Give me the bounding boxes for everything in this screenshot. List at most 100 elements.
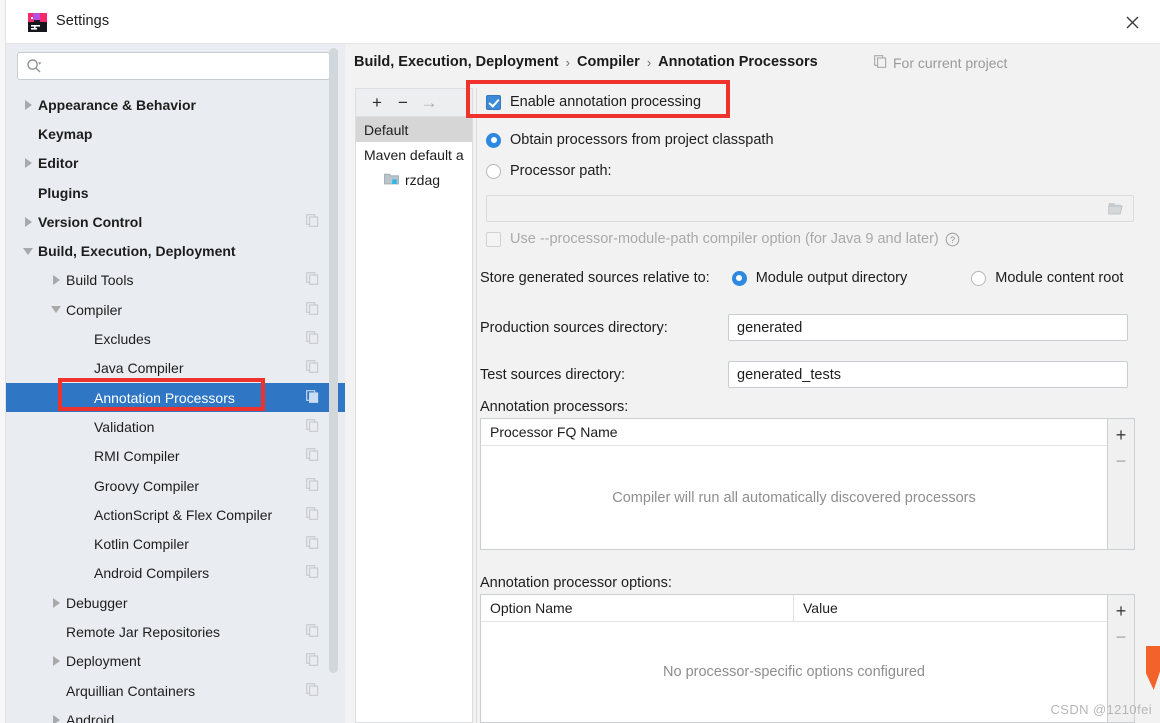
processor-path-radio[interactable]	[486, 163, 501, 179]
obtain-processors-radio[interactable]	[486, 132, 501, 148]
search-field-wrapper	[17, 52, 330, 80]
chevron-right-icon[interactable]	[20, 216, 36, 227]
sidebar-item-plugins[interactable]: Plugins	[6, 178, 345, 207]
profile-item-module-rzdag[interactable]: rzdag	[356, 167, 472, 192]
sidebar-item-excludes[interactable]: Excludes	[6, 324, 345, 353]
breadcrumb-item-0[interactable]: Build, Execution, Deployment	[354, 54, 559, 70]
table-header-row: Option Name Value	[481, 594, 1107, 622]
annotation-processors-section-label: Annotation processors:	[480, 399, 629, 415]
sidebar-item-compiler[interactable]: Compiler	[6, 295, 345, 324]
annotation-processors-table[interactable]: Processor FQ Name Compiler will run all …	[480, 418, 1108, 550]
module-content-root-radio[interactable]	[971, 270, 987, 286]
column-header-value[interactable]: Value	[794, 600, 838, 616]
sidebar-scrollbar[interactable]	[329, 48, 338, 673]
help-circle-icon[interactable]: ?	[945, 232, 960, 247]
empty-state-text: Compiler will run all automatically disc…	[612, 489, 976, 506]
title-bar: Settings	[6, 0, 1160, 44]
chevron-right-icon[interactable]	[48, 714, 64, 723]
sidebar-item-arquillian-containers[interactable]: Arquillian Containers	[6, 676, 345, 705]
column-header-option-name[interactable]: Option Name	[481, 600, 793, 616]
annotation-processor-options-section-label: Annotation processor options:	[480, 575, 672, 591]
enable-annotation-processing-row[interactable]: Enable annotation processing	[486, 94, 701, 110]
obtain-processors-row[interactable]: Obtain processors from project classpath	[486, 132, 774, 148]
production-sources-row: Production sources directory:	[480, 314, 1128, 341]
breadcrumb-item-1[interactable]: Compiler	[577, 54, 640, 70]
copy-icon	[306, 624, 319, 640]
remove-profile-button[interactable]: −	[391, 92, 415, 114]
production-sources-label: Production sources directory:	[480, 319, 668, 336]
test-sources-input[interactable]	[728, 361, 1128, 388]
sidebar-item-android-compilers[interactable]: Android Compilers	[6, 559, 345, 588]
store-relative-label: Store generated sources relative to:	[480, 270, 710, 286]
module-folder-icon	[384, 172, 399, 188]
copy-icon	[306, 272, 319, 288]
settings-tree[interactable]: Appearance & Behavior Keymap Editor Plugins…	[6, 90, 345, 723]
sidebar-item-java-compiler[interactable]: Java Compiler	[6, 354, 345, 383]
sidebar-item-appearance-behavior[interactable]: Appearance & Behavior	[6, 90, 345, 119]
sidebar-item-keymap[interactable]: Keymap	[6, 119, 345, 148]
processor-path-input[interactable]	[486, 195, 1134, 222]
folder-browse-icon[interactable]	[1108, 201, 1125, 219]
profiles-list[interactable]: Default Maven default a rzdag	[355, 116, 473, 723]
chevron-right-icon[interactable]	[48, 597, 64, 608]
sidebar-item-label: Appearance & Behavior	[38, 96, 196, 113]
chevron-right-icon[interactable]	[20, 158, 36, 169]
close-button[interactable]	[1104, 1, 1160, 43]
production-sources-input[interactable]	[728, 314, 1128, 341]
breadcrumb: Build, Execution, Deployment › Compiler …	[354, 54, 818, 70]
sidebar-item-rmi-compiler[interactable]: RMI Compiler	[6, 442, 345, 471]
sidebar-item-actionscript-flex-compiler[interactable]: ActionScript & Flex Compiler	[6, 500, 345, 529]
sidebar-item-debugger[interactable]: Debugger	[6, 588, 345, 617]
sidebar-item-android[interactable]: Android	[6, 705, 345, 723]
sidebar-item-editor[interactable]: Editor	[6, 149, 345, 178]
sidebar-item-label: Keymap	[38, 125, 93, 142]
remove-option-button[interactable]: −	[1108, 624, 1134, 650]
add-option-button[interactable]: +	[1108, 598, 1134, 624]
sidebar-item-label: Android Compilers	[94, 565, 210, 582]
copy-icon	[306, 360, 319, 376]
chevron-down-icon[interactable]	[48, 306, 64, 314]
sidebar-item-build-tools[interactable]: Build Tools	[6, 266, 345, 295]
column-header-processor-fq-name[interactable]: Processor FQ Name	[481, 424, 618, 440]
sidebar-item-label: RMI Compiler	[94, 448, 180, 465]
sidebar-item-annotation-processors[interactable]: Annotation Processors	[6, 382, 345, 413]
annotation-processor-options-table[interactable]: Option Name Value No processor-specific …	[480, 594, 1108, 723]
sidebar-item-validation[interactable]: Validation	[6, 412, 345, 441]
copy-icon	[306, 331, 319, 347]
module-output-directory-label: Module output directory	[755, 270, 908, 286]
add-profile-button[interactable]: +	[365, 92, 389, 114]
processor-module-path-row[interactable]: Use --processor-module-path compiler opt…	[486, 231, 960, 247]
chevron-right-icon[interactable]	[20, 99, 36, 110]
sidebar-item-kotlin-compiler[interactable]: Kotlin Compiler	[6, 529, 345, 558]
copy-icon	[306, 301, 319, 318]
module-content-root-label: Module content root	[995, 270, 1124, 286]
enable-annotation-processing-checkbox[interactable]	[486, 94, 501, 110]
copy-icon	[306, 536, 319, 552]
profile-item-default[interactable]: Default	[356, 117, 472, 142]
sidebar-item-version-control[interactable]: Version Control	[6, 207, 345, 236]
sidebar-item-deployment[interactable]: Deployment	[6, 647, 345, 676]
intellij-logo-icon	[28, 13, 47, 32]
sidebar-item-groovy-compiler[interactable]: Groovy Compiler	[6, 471, 345, 500]
copy-icon	[306, 448, 319, 464]
chevron-right-icon[interactable]	[48, 275, 64, 286]
copy-icon	[306, 213, 319, 230]
settings-main-pane: Build, Execution, Deployment › Compiler …	[345, 44, 1160, 723]
sidebar-item-build-execution-deployment[interactable]: Build, Execution, Deployment	[6, 236, 345, 265]
window-title: Settings	[56, 13, 110, 29]
chevron-down-icon[interactable]	[20, 247, 36, 255]
copy-icon	[306, 682, 319, 699]
move-to-profile-button[interactable]: →	[417, 92, 441, 114]
sidebar-item-label: Annotation Processors	[94, 389, 235, 406]
module-output-directory-radio[interactable]	[731, 270, 747, 286]
chevron-right-icon[interactable]	[48, 656, 64, 667]
sidebar-item-remote-jar-repositories[interactable]: Remote Jar Repositories	[6, 617, 345, 646]
breadcrumb-item-2: Annotation Processors	[658, 54, 818, 70]
processor-path-row[interactable]: Processor path:	[486, 163, 612, 179]
processor-module-path-checkbox[interactable]	[486, 231, 501, 247]
remove-processor-button[interactable]: −	[1108, 448, 1134, 474]
sidebar-item-label: Android	[66, 711, 115, 723]
search-input[interactable]	[17, 52, 330, 80]
profile-item-maven-default[interactable]: Maven default a	[356, 142, 472, 167]
add-processor-button[interactable]: +	[1108, 422, 1134, 448]
